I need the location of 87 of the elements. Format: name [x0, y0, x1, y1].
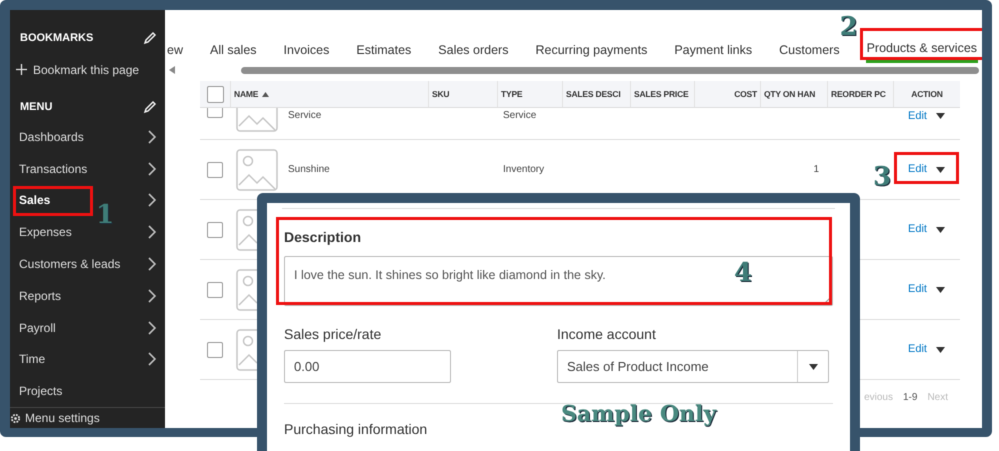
image-placeholder-icon — [236, 208, 258, 250]
menu-heading: MENU — [20, 100, 52, 114]
step-number: 2 — [840, 11, 858, 44]
table-cell: Inventory — [503, 164, 544, 175]
table-cell: Service — [503, 110, 536, 121]
price-field[interactable]: 0.00 — [284, 350, 451, 383]
table-cell-text: Sunshine — [288, 163, 330, 177]
column-header[interactable]: REORDER PC — [831, 88, 886, 100]
edit-link[interactable]: Edit — [908, 341, 945, 358]
caret-icon — [936, 113, 945, 120]
tab[interactable]: Products & services — [866, 37, 978, 63]
menu-item[interactable]: Customers & leads — [19, 255, 120, 274]
tab[interactable]: Customers — [778, 37, 841, 63]
gear-icon — [10, 412, 21, 424]
bookmarks-heading: BOOKMARKS — [20, 31, 94, 46]
edit-link[interactable]: Edit — [908, 108, 945, 124]
row-checkbox[interactable] — [207, 222, 223, 238]
image-placeholder-icon — [236, 108, 278, 132]
menu-item[interactable]: Reports — [19, 286, 62, 305]
row-checkbox[interactable] — [207, 162, 223, 178]
step-number: 3 — [873, 161, 892, 194]
menu-item[interactable]: Sales — [19, 191, 50, 210]
chevron-right-icon — [148, 193, 156, 208]
resize-handle-icon — [824, 297, 831, 304]
step-number: 1 — [96, 198, 114, 232]
edit-link[interactable]: Edit — [908, 281, 945, 298]
select-all-checkbox[interactable] — [206, 86, 224, 102]
column-header[interactable]: SALES DESCI — [566, 88, 620, 100]
caret-icon — [936, 286, 945, 292]
pencil-icon[interactable] — [143, 31, 157, 46]
scroll-left-icon[interactable] — [169, 66, 175, 74]
sort-up-icon — [262, 92, 270, 96]
highlight-frame — [894, 152, 959, 184]
page-range: 1-9 — [902, 391, 918, 405]
tab[interactable]: Payment links — [673, 37, 754, 63]
edit-link[interactable]: Edit — [908, 161, 945, 178]
image-placeholder-icon — [236, 148, 278, 190]
chevron-right-icon — [148, 257, 156, 272]
menu-item[interactable]: Time — [19, 350, 46, 368]
tab[interactable]: ew — [166, 37, 184, 63]
step-number: 4 — [734, 257, 752, 290]
table-cell-text: Service — [288, 109, 322, 123]
image-placeholder-icon — [236, 328, 258, 370]
menu-item[interactable]: Dashboards — [19, 128, 84, 146]
row-checkbox[interactable] — [207, 282, 223, 298]
tab[interactable]: Sales orders — [437, 37, 510, 63]
tab[interactable]: Estimates — [355, 37, 412, 63]
chevron-right-icon — [148, 225, 156, 240]
image-placeholder-icon — [236, 268, 258, 310]
caret-icon — [936, 346, 945, 352]
column-header[interactable]: SALES PRICE — [634, 88, 688, 100]
field-label: Income account — [557, 325, 657, 344]
menu-item[interactable]: Transactions — [19, 160, 88, 178]
income-account-dropdown[interactable]: Sales of Product Income — [557, 350, 829, 383]
scrollbar-thumb[interactable] — [241, 66, 979, 74]
caret-icon — [936, 226, 945, 232]
pencil-icon[interactable] — [143, 100, 157, 114]
menu-item[interactable]: Payroll — [19, 318, 56, 337]
menu-item[interactable]: Expenses — [19, 223, 72, 242]
plus-icon — [16, 64, 27, 75]
edit-link[interactable]: Edit — [908, 221, 945, 238]
field-label: Sales price/rate — [284, 325, 382, 344]
chevron-right-icon — [148, 352, 156, 366]
tab[interactable]: Recurring payments — [534, 37, 648, 63]
column-header[interactable]: COST — [734, 88, 757, 100]
chevron-right-icon — [148, 130, 156, 144]
column-header[interactable]: TYPE — [501, 88, 522, 100]
column-header[interactable]: ACTION — [911, 88, 943, 100]
column-header[interactable]: SKU — [432, 88, 450, 100]
column-header[interactable]: NAME — [234, 88, 258, 100]
chevron-right-icon — [148, 320, 156, 335]
table-cell-text: 1 — [813, 163, 819, 177]
column-header[interactable]: QTY ON HAN — [764, 88, 816, 100]
description-label: Description — [284, 228, 362, 247]
row-checkbox[interactable] — [207, 342, 223, 358]
row-checkbox[interactable] — [207, 108, 223, 118]
chevron-right-icon — [148, 288, 156, 303]
caret-icon — [936, 166, 945, 172]
caret-icon — [808, 364, 818, 370]
bookmark-page-link[interactable]: Bookmark this page — [10, 60, 165, 78]
sample-label: Sample Only — [561, 400, 716, 429]
tab[interactable]: All sales — [208, 37, 258, 63]
section-heading: Purchasing information — [284, 421, 428, 437]
tab[interactable]: Invoices — [282, 37, 330, 63]
chevron-right-icon — [148, 162, 156, 176]
menu-settings-link[interactable]: Menu settings — [25, 409, 100, 428]
menu-item[interactable]: Projects — [19, 382, 62, 400]
